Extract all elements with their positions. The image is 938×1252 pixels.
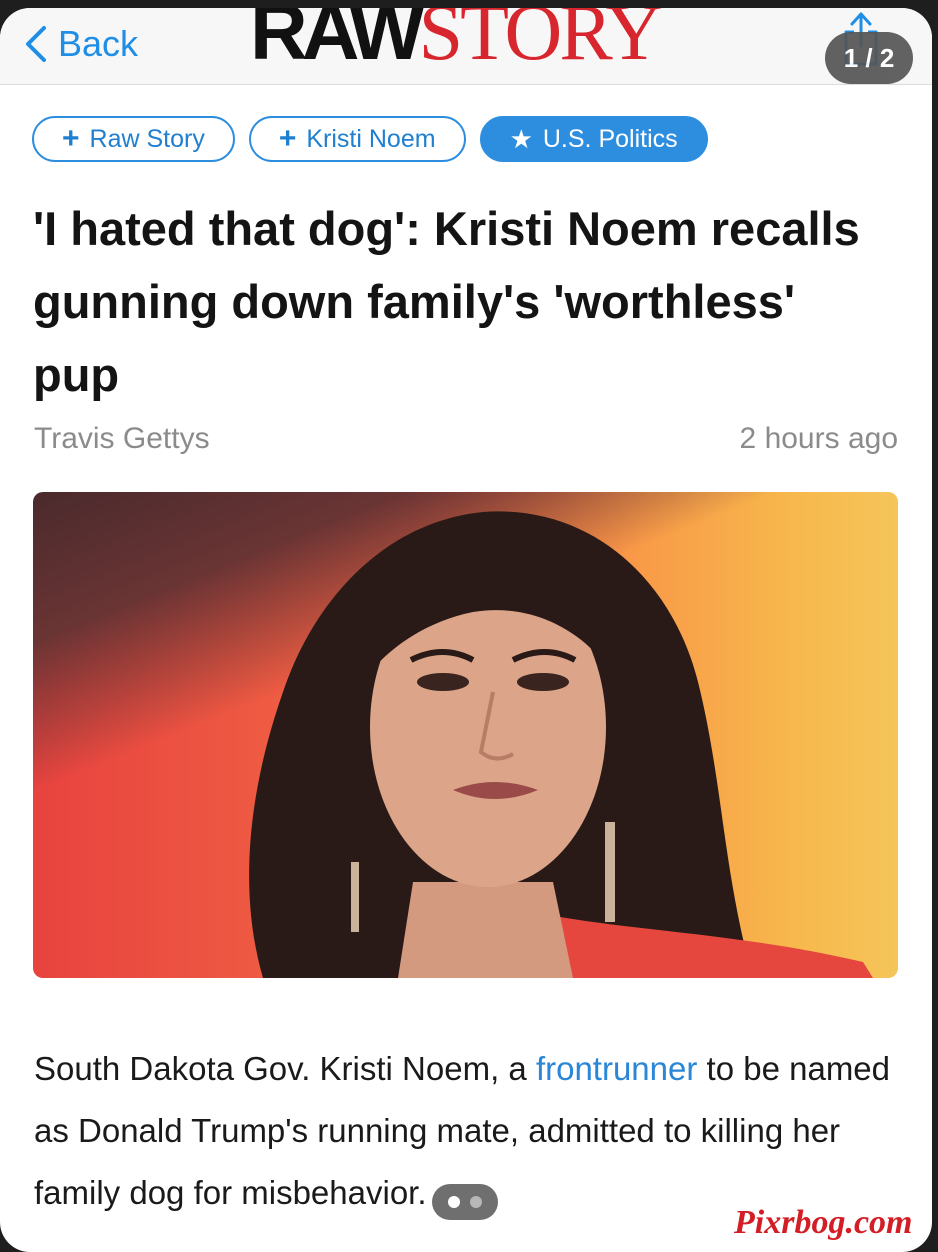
portrait-image (249, 511, 873, 978)
page-dots[interactable] (432, 1184, 498, 1220)
byline: Travis Gettys 2 hours ago (34, 422, 898, 456)
chip-label: Kristi Noem (306, 124, 436, 153)
logo-raw: RAW (250, 8, 425, 76)
watermark: Pixrbog.com (734, 1204, 913, 1241)
page-dot-active (448, 1196, 460, 1208)
logo-story: STORY (418, 8, 663, 77)
article-headline: 'I hated that dog': Kristi Noem recalls … (33, 202, 860, 401)
back-label: Back (58, 23, 139, 64)
publish-time: 2 hours ago (739, 422, 898, 455)
plus-icon: + (62, 122, 80, 155)
plus-icon: + (278, 122, 297, 155)
body-text-start: South Dakota Gov. Kristi Noem, a (34, 1050, 536, 1087)
article-screen: Back RAWSTORY 1 / 2 + Raw Story + Kristi… (0, 8, 932, 1252)
topic-chips: + Raw Story + Kristi Noem ★ U.S. Politic… (32, 116, 708, 162)
follow-raw-story-chip[interactable]: + Raw Story (32, 116, 235, 162)
article-photo[interactable] (33, 492, 898, 978)
chevron-left-icon (26, 26, 46, 62)
navigation-bar: Back RAWSTORY 1 / 2 (0, 8, 932, 85)
chip-label: U.S. Politics (542, 124, 678, 153)
follow-kristi-noem-chip[interactable]: + Kristi Noem (248, 116, 466, 162)
page-indicator: 1 / 2 (825, 32, 913, 84)
star-icon: ★ (509, 124, 533, 154)
chip-label: Raw Story (89, 124, 205, 153)
author-name[interactable]: Travis Gettys (34, 422, 210, 456)
frontrunner-link[interactable]: frontrunner (536, 1050, 697, 1087)
publication-logo: RAWSTORY (250, 8, 663, 73)
back-button[interactable]: Back (24, 16, 138, 72)
us-politics-chip[interactable]: ★ U.S. Politics (479, 116, 708, 162)
page-dot (470, 1196, 482, 1208)
